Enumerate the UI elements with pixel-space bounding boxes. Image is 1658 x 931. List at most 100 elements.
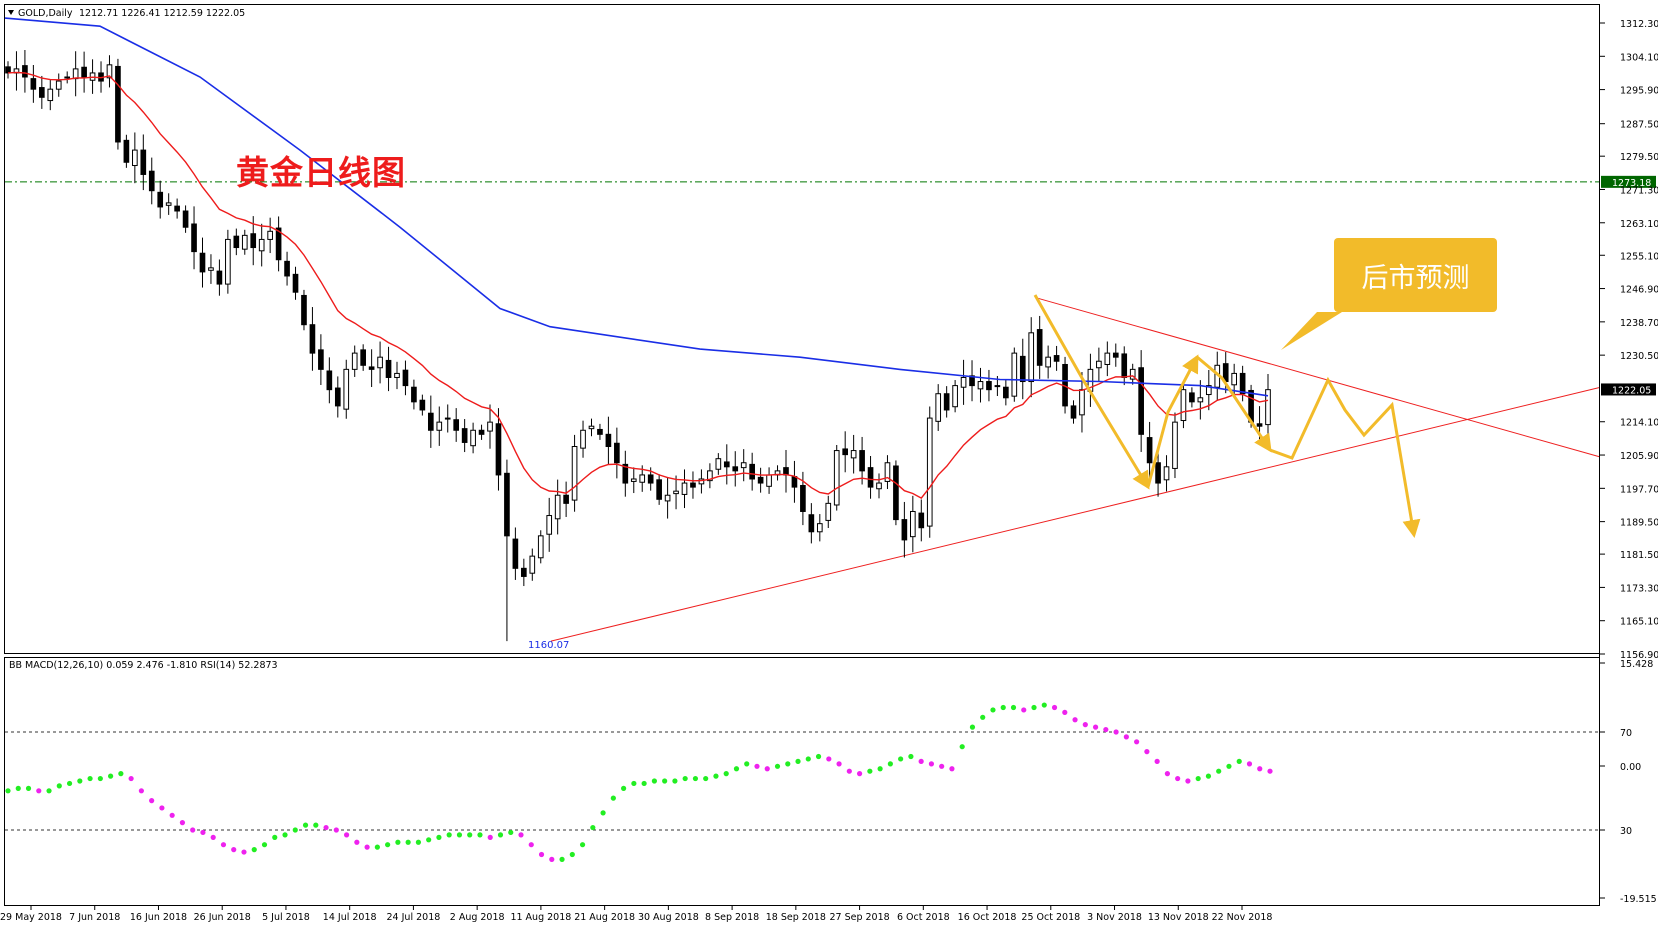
price-tick-label: 1214.10 — [1620, 418, 1658, 429]
indicator-dot — [426, 837, 432, 843]
indicator-dot — [867, 768, 873, 774]
price-tick-label: 1279.50 — [1620, 152, 1658, 163]
current-price-label: 1222.05 — [1612, 385, 1651, 396]
indicator-dot — [1082, 722, 1088, 728]
indicator-dot — [549, 856, 555, 863]
candle-body — [918, 512, 925, 529]
indicator-dot — [1205, 773, 1212, 779]
indicator-dot — [149, 798, 155, 804]
indicator-dot — [467, 832, 473, 838]
candle-body — [656, 479, 662, 500]
time-tick-label: 26 Jun 2018 — [194, 912, 251, 923]
candle-body — [597, 428, 603, 435]
candle-body — [47, 88, 54, 102]
indicator-dot — [1236, 758, 1242, 765]
indicator-dot — [898, 756, 904, 762]
indicator-dot — [46, 788, 52, 794]
candle-body — [580, 429, 586, 449]
indicator-dot — [138, 788, 144, 794]
indicator-dot — [159, 805, 165, 811]
price-tick-label: 1312.30 — [1620, 19, 1658, 30]
price-tick-label: 1181.50 — [1620, 550, 1658, 561]
indicator-dot — [190, 827, 196, 833]
candle-body — [292, 273, 299, 293]
candle-body — [952, 385, 958, 408]
indicator-dot — [1021, 707, 1027, 713]
indicator-dot — [590, 824, 596, 831]
indicator-dot — [1134, 739, 1140, 745]
indicator-dot — [1092, 724, 1099, 730]
candle-body — [250, 233, 257, 249]
candle-body — [411, 386, 417, 403]
candle-body — [1231, 372, 1238, 386]
candle-body — [850, 450, 857, 459]
candle-body — [893, 465, 899, 521]
candle-body — [64, 76, 71, 79]
candle-body — [605, 433, 612, 448]
candle-body — [165, 202, 172, 206]
indicator-dot — [415, 839, 422, 845]
candle-body — [487, 421, 493, 432]
indicator-dot — [703, 775, 709, 782]
indicator-dot — [518, 832, 524, 838]
indicator-dot — [1267, 768, 1273, 774]
price-tick-label: 1205.90 — [1620, 451, 1658, 462]
indicator-dot — [179, 820, 186, 826]
indicator-dot — [36, 788, 42, 794]
price-tick-label: 1295.90 — [1620, 86, 1658, 97]
candle-body — [563, 494, 569, 504]
candle-body — [1011, 352, 1018, 397]
candle-body — [639, 474, 646, 483]
candle-body — [402, 369, 409, 387]
candle-body — [39, 87, 45, 98]
indicator-dot — [723, 771, 729, 777]
candle-body — [444, 417, 451, 420]
candle-body — [241, 234, 248, 250]
candle-body — [859, 450, 865, 472]
indicator-dot — [662, 778, 668, 784]
candle-body — [1197, 397, 1204, 403]
candle-body — [1146, 437, 1153, 464]
indicator-dot — [77, 778, 83, 784]
time-tick-label: 16 Jun 2018 — [130, 912, 187, 923]
indicator-dot — [1246, 761, 1253, 767]
indicator-dot — [405, 839, 411, 845]
candle-body — [1239, 372, 1246, 395]
time-tick-label: 18 Sep 2018 — [766, 912, 826, 923]
indicator-dot — [939, 763, 945, 769]
indicator-dot — [343, 832, 350, 838]
indicator-dot — [1123, 734, 1129, 740]
indicator-dot — [969, 724, 976, 730]
time-tick-label: 24 Jul 2018 — [387, 912, 441, 923]
candle-body — [816, 523, 823, 533]
candle-body — [351, 352, 358, 370]
indicator-dot — [241, 849, 247, 855]
price-chart[interactable]: 1273.18 1312.301304.101295.901287.501279… — [0, 0, 1658, 927]
candle-body — [478, 429, 485, 435]
candle-body — [977, 381, 984, 390]
candle-body — [140, 149, 147, 175]
candle-body — [385, 359, 392, 378]
candle-body — [529, 555, 536, 574]
indicator-dot — [887, 761, 893, 767]
candle-body — [81, 66, 87, 78]
indicator-dot — [169, 812, 175, 818]
indicator-tick-label: 70 — [1620, 728, 1632, 739]
candle-body — [1019, 355, 1026, 383]
candle-body — [267, 230, 273, 240]
indicator-dot — [713, 773, 719, 779]
time-tick-label: 6 Oct 2018 — [897, 912, 950, 923]
candle-body — [1003, 386, 1009, 399]
indicator-dot — [231, 847, 237, 853]
candle-body — [986, 381, 992, 391]
candle-body — [512, 538, 519, 569]
indicator-dot — [108, 773, 114, 779]
candle-body — [419, 399, 426, 411]
candle-body — [588, 425, 595, 430]
indicator-dot — [302, 822, 309, 828]
indicator-dot — [395, 839, 401, 845]
candle-body — [72, 68, 79, 80]
candle-body — [461, 428, 468, 443]
indicator-dot — [856, 771, 863, 777]
indicator-dot — [682, 775, 688, 782]
